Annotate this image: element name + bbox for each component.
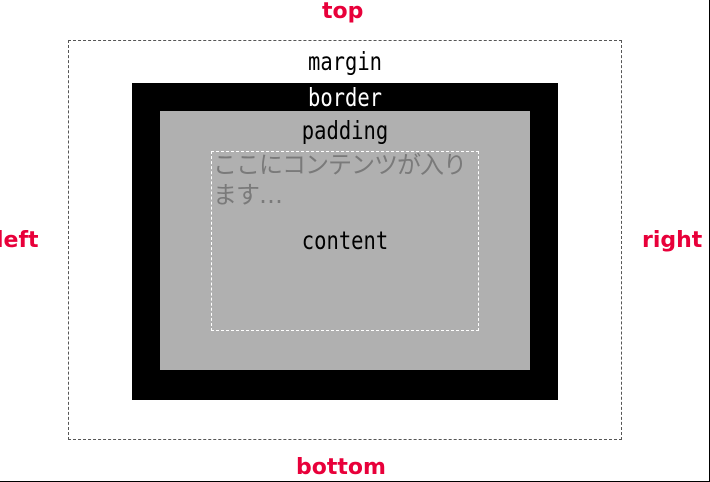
content-placeholder-text: ここにコンテンツが入ります… [213,151,467,209]
border-label: border [307,83,383,112]
side-label-bottom: bottom [296,455,386,480]
box-model-diagram: top bottom left right margin border padd… [0,0,710,482]
content-label: content [301,226,389,255]
side-label-right: right [642,228,703,253]
side-label-top: top [322,0,364,24]
margin-label: margin [307,47,383,76]
padding-label: padding [301,116,389,145]
side-label-left: left [0,228,39,253]
